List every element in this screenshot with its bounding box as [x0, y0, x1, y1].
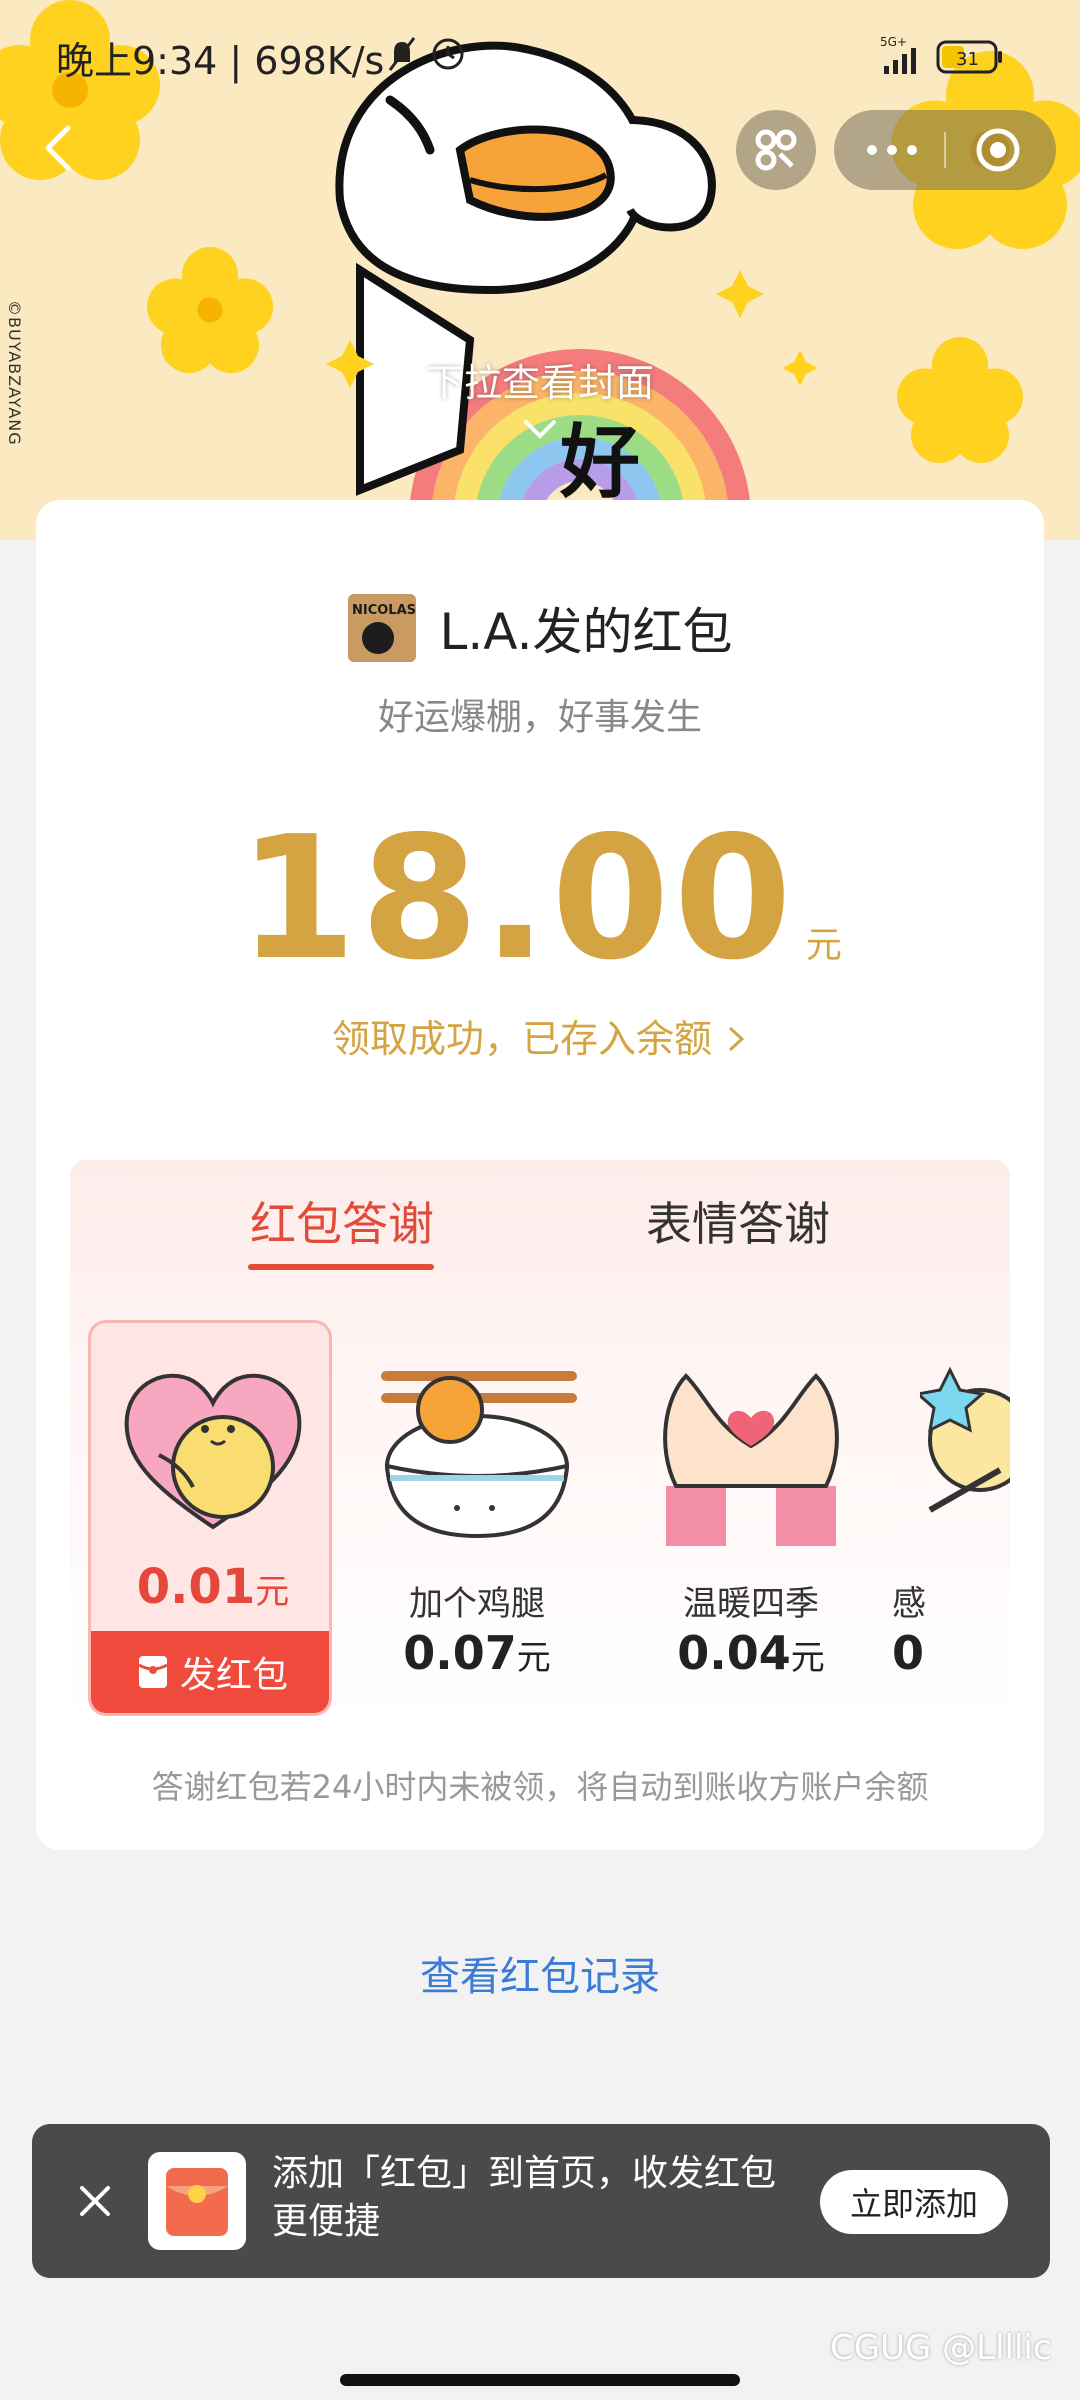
home-indicator[interactable]	[340, 2374, 740, 2386]
gift-card-selected[interactable]: 0.01元 发红包	[88, 1320, 332, 1716]
sender-row: NICOLAS KIN L.A.发的红包	[36, 592, 1044, 664]
gift-name: 感	[892, 1584, 926, 1624]
blessing-text: 好运爆棚，好事发生	[377, 697, 702, 738]
red-packet-card: NICOLAS KIN L.A.发的红包 好运爆棚，好事发生 18.00元 领取…	[36, 500, 1044, 1850]
tab-sticker-thanks[interactable]: 表情答谢	[646, 1188, 830, 1254]
status-indicators: 5G+ 31	[880, 34, 1020, 82]
status-time: 晚上9:34 | 698K/s	[56, 39, 385, 83]
back-button[interactable]	[30, 118, 90, 178]
red-packet-icon	[138, 1656, 168, 1688]
mini-program-capsule	[834, 110, 1056, 190]
hand-heart-icon	[663, 1373, 839, 1546]
gift-unit: 元	[516, 1638, 551, 1678]
close-miniprogram-icon[interactable]	[974, 126, 1022, 174]
gift-unit: 元	[790, 1638, 825, 1678]
chevron-down-icon	[524, 420, 556, 439]
star-wand-icon	[920, 1366, 1010, 1513]
watermark: CGUG @Llllic	[830, 2328, 1052, 2368]
selected-gift-unit: 元	[255, 1572, 290, 1612]
balance-link[interactable]: 领取成功，已存入余额	[36, 1008, 1044, 1063]
gift-name: 加个鸡腿	[409, 1584, 545, 1624]
chevron-right-icon	[729, 1026, 745, 1052]
tab-red-packet-thanks[interactable]: 红包答谢	[250, 1188, 434, 1254]
add-to-home-banner: 添加「红包」到首页，收发红包更便捷 立即添加	[32, 2124, 1050, 2278]
gift-price: 0.04元	[626, 1626, 876, 1680]
gift-item-drumstick[interactable]: 加个鸡腿 0.07元	[352, 1320, 602, 1716]
more-icon[interactable]	[862, 132, 922, 168]
avatar-lettering: NICOLAS KIN	[352, 603, 416, 618]
capsule-divider	[944, 132, 946, 168]
gift-price: 0	[892, 1626, 1010, 1680]
avatar[interactable]: NICOLAS KIN	[347, 594, 416, 662]
red-packet-app-icon	[148, 2152, 246, 2250]
signal-battery-icons: 5G+ 31	[880, 35, 1002, 74]
thanks-footnote: 答谢红包若24小时内未被领，将自动到账收方账户余额	[151, 1768, 929, 1806]
status-bar: 晚上9:34 | 698K/s 5G+ 31	[0, 0, 1080, 110]
gift-price: 0.07元	[352, 1626, 602, 1680]
heart-hug-icon	[124, 1373, 302, 1530]
battery-level: 31	[956, 49, 979, 70]
active-tab-indicator	[248, 1264, 434, 1270]
selected-gift-amount: 0.01	[136, 1559, 256, 1615]
view-records-link[interactable]: 查看红包记录	[0, 1944, 1080, 2002]
gift-amount: 0.04	[677, 1626, 791, 1680]
rice-drumstick-icon	[381, 1371, 577, 1539]
gift-item-thanks[interactable]: 感 0	[892, 1320, 1010, 1716]
pull-down-hint: 下拉查看封面	[425, 361, 654, 405]
gift-item-warm-seasons[interactable]: 温暖四季 0.04元	[626, 1320, 876, 1716]
close-icon[interactable]	[68, 2174, 122, 2228]
send-button-label: 发红包	[179, 1655, 288, 1696]
thanks-panel: 红包答谢 表情答谢 0.01元 发红包 加个鸡腿 0.07元 温暖四季 0.04…	[70, 1160, 1010, 1720]
gift-amount: 0	[892, 1626, 925, 1680]
send-red-packet-button[interactable]: 发红包	[91, 1631, 329, 1713]
scan-button[interactable]	[736, 110, 816, 190]
balance-link-label: 领取成功，已存入余额	[331, 1017, 712, 1061]
banner-message: 添加「红包」到首页，收发红包更便捷	[272, 2153, 777, 2242]
amount-value: 18.00	[238, 800, 796, 998]
avatar-image: NICOLAS KIN	[347, 594, 416, 662]
scan-icon	[755, 129, 797, 171]
cover-sticker-text: 好	[560, 416, 640, 509]
gift-name: 温暖四季	[683, 1584, 819, 1624]
sender-title: L.A.发的红包	[439, 603, 733, 661]
mute-alarm-icons	[388, 37, 464, 71]
gift-amount: 0.07	[403, 1626, 517, 1680]
network-label: 5G+	[880, 35, 907, 49]
red-packet-icon	[166, 2168, 228, 2236]
add-now-button[interactable]: 立即添加	[820, 2170, 1008, 2234]
selected-gift-price: 0.01元	[91, 1559, 329, 1615]
amount-unit: 元	[805, 925, 842, 966]
amount-display: 18.00 元	[36, 800, 1044, 998]
